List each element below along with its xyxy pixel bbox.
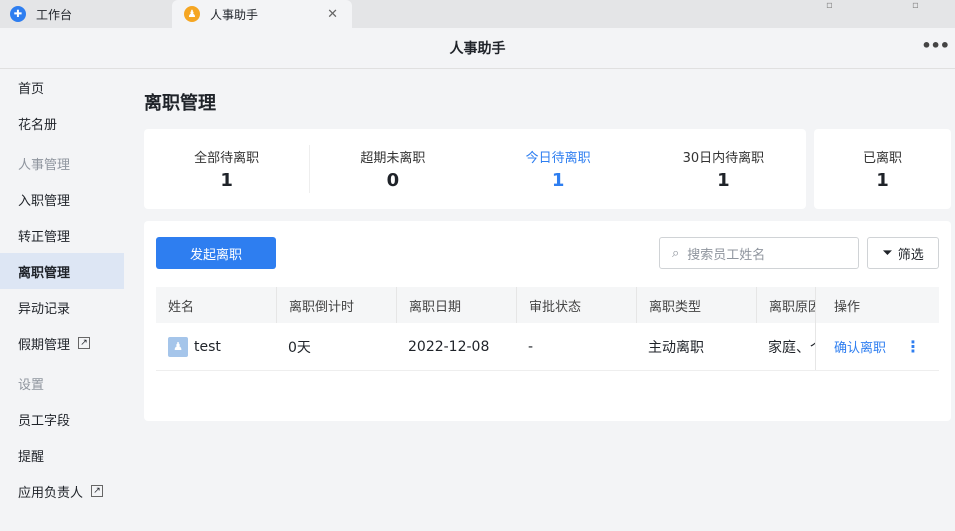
employee-name[interactable]: test [194, 339, 221, 355]
sidebar-group-label: 人事管理 [0, 145, 132, 181]
sidebar-item[interactable]: 花名册 [0, 105, 124, 141]
sidebar-item-label: 假期管理 [18, 337, 71, 353]
stats-row: 全部待离职 1 超期未离职 0 今日待离职 1 30日内待离职 1 已离职 1 [144, 129, 951, 209]
sidebar-group-label: 设置 [0, 365, 132, 401]
stat-label: 30日内待离职 [682, 151, 765, 166]
table-header: 姓名 离职倒计时 离职日期 审批状态 离职类型 离职原因 操作 [156, 287, 939, 323]
close-icon[interactable]: ✕ [327, 7, 338, 22]
stat-value: 1 [717, 170, 730, 191]
cell-countdown: 0天 [288, 339, 311, 356]
offboarding-table: 姓名 离职倒计时 离职日期 审批状态 离职类型 离职原因 操作 ♟ test 0天… [156, 287, 939, 371]
sidebar-item[interactable]: 转正管理 [0, 217, 124, 253]
tab-hr-assistant[interactable]: ♟ 人事助手 ✕ [172, 0, 352, 28]
sidebar-item[interactable]: 首页 [0, 69, 124, 105]
external-link-icon: ↗ [91, 485, 104, 497]
tab-bar: ✚ 工作台 ♟ 人事助手 ✕ ▫ ▫ [0, 0, 955, 28]
hr-assistant-icon: ♟ [184, 6, 200, 22]
external-link-icon: ↗ [78, 337, 91, 349]
stat-today[interactable]: 今日待离职 1 [476, 147, 641, 191]
sidebar: 首页花名册人事管理入职管理转正管理离职管理异动记录假期管理 ↗ 设置员工字段提醒应用… [0, 69, 132, 531]
column-header: 姓名 [168, 299, 195, 315]
left-stats-card: 已离职 1 [814, 129, 951, 209]
sidebar-item-label: 入职管理 [18, 193, 71, 209]
cell-name: ♟ test [156, 323, 276, 370]
confirm-offboarding-link[interactable]: 确认离职 [834, 337, 886, 356]
column-header: 离职日期 [396, 287, 516, 323]
page-title: 离职管理 [144, 93, 216, 114]
cell-type: 主动离职 [648, 339, 704, 356]
stat-label: 已离职 [862, 151, 902, 166]
main-content: 离职管理 全部待离职 1 超期未离职 0 今日待离职 1 30日内待离职 1 已离职 1 … [144, 69, 951, 421]
sidebar-item[interactable]: 离职管理 [0, 253, 124, 289]
table-row: ♟ test 0天 2022-12-08 - 主动离职 家庭、个 确认离职 ⋮ [156, 323, 939, 371]
cell-date: 2022-12-08 [408, 338, 490, 355]
filter-label: 筛选 [897, 247, 924, 263]
stat-all-pending[interactable]: 全部待离职 1 [144, 147, 309, 191]
sidebar-item-label: 异动记录 [18, 301, 71, 317]
sidebar-item-label: 花名册 [18, 117, 58, 133]
cell-approval: - [528, 338, 534, 355]
search-input[interactable]: ⌕ 搜索员工姓名 [659, 237, 859, 269]
sidebar-item-label: 提醒 [18, 449, 45, 465]
column-header: 离职类型 [636, 287, 756, 323]
app-header: 人事助手 ••• [0, 28, 955, 69]
minimize-icon[interactable]: ▫ [826, 0, 833, 11]
start-offboarding-button[interactable]: 发起离职 [156, 237, 276, 269]
sidebar-item-label: 转正管理 [18, 229, 71, 245]
stat-value: 1 [220, 170, 233, 191]
sidebar-item[interactable]: 假期管理 ↗ [0, 325, 124, 361]
search-placeholder: 搜索员工姓名 [687, 247, 766, 263]
filter-icon: ⏷ [882, 245, 893, 261]
avatar: ♟ [168, 336, 188, 357]
sidebar-item[interactable]: 入职管理 [0, 181, 124, 217]
app-title: 人事助手 [449, 41, 506, 57]
more-icon[interactable]: ••• [921, 36, 950, 55]
column-header: 审批状态 [516, 287, 636, 323]
stat-label: 全部待离职 [194, 151, 260, 166]
sidebar-item[interactable]: 员工字段 [0, 401, 124, 437]
sidebar-item[interactable]: 应用负责人 ↗ [0, 473, 124, 509]
tab-workbench[interactable]: ✚ 工作台 [0, 0, 172, 28]
column-header: 操作 [815, 287, 939, 323]
sidebar-item[interactable]: 提醒 [0, 437, 124, 473]
tab-label: 人事助手 [210, 7, 259, 22]
stat-label: 今日待离职 [525, 151, 591, 166]
stat-30-days[interactable]: 30日内待离职 1 [641, 147, 806, 191]
sidebar-item-label: 人事管理 [18, 157, 71, 173]
sidebar-item-label: 首页 [18, 81, 45, 97]
stat-value: 1 [876, 170, 889, 191]
offboarding-panel: 发起离职 ⌕ 搜索员工姓名 ⏷ 筛选 姓名 离职倒计时 离职日期 审批状态 离职… [144, 221, 951, 421]
search-icon: ⌕ [672, 245, 680, 261]
stat-left[interactable]: 已离职 1 [814, 147, 951, 191]
more-vertical-icon[interactable]: ⋮ [905, 337, 921, 356]
sidebar-item[interactable]: 异动记录 [0, 289, 124, 325]
sidebar-item-label: 应用负责人 [18, 485, 84, 501]
stat-value: 1 [551, 170, 565, 191]
sidebar-item-label: 离职管理 [18, 265, 71, 281]
stat-value: 0 [386, 170, 400, 191]
stat-label: 超期未离职 [360, 151, 426, 166]
tab-label: 工作台 [36, 7, 73, 22]
filter-button[interactable]: ⏷ 筛选 [867, 237, 939, 269]
pending-stats-card: 全部待离职 1 超期未离职 0 今日待离职 1 30日内待离职 1 [144, 129, 806, 209]
column-header: 离职倒计时 [276, 287, 396, 323]
cell-actions: 确认离职 ⋮ [815, 323, 939, 370]
stat-overdue[interactable]: 超期未离职 0 [310, 147, 475, 191]
sidebar-item-label: 员工字段 [18, 413, 71, 429]
workbench-icon: ✚ [10, 6, 26, 22]
sidebar-item-label: 设置 [18, 377, 45, 393]
maximize-icon[interactable]: ▫ [912, 0, 919, 11]
